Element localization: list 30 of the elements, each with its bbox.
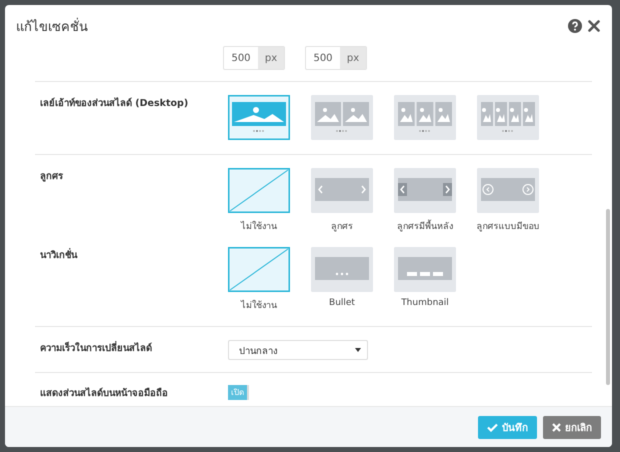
slider-style-option[interactable] xyxy=(228,95,290,140)
caret-icon xyxy=(355,348,361,352)
option-caption: ลูกศรมีพื้นหลัง xyxy=(397,219,453,233)
unit-addon: px xyxy=(258,47,284,69)
size-value: 500 xyxy=(230,52,252,66)
option-caption: Thumbnail xyxy=(401,298,449,308)
option-caption: ลูกศรแบบมีขอบ xyxy=(476,220,540,233)
scrollbar[interactable] xyxy=(606,209,610,385)
option-caption: Bullet xyxy=(329,298,355,308)
setting-label: แสดงส่วนสไลด์บนหน้าจอมือถือ xyxy=(40,386,169,400)
slider-style-option[interactable] xyxy=(228,168,290,213)
help-icon[interactable] xyxy=(568,19,582,33)
cancel-button[interactable]: ยกเลิก xyxy=(543,416,601,438)
option-caption: ไม่ใช้งาน xyxy=(241,298,277,312)
size-input-group[interactable]: 500 px xyxy=(305,46,367,70)
speed-dropdown[interactable]: ปานกลาง xyxy=(228,340,368,360)
slider-style-option[interactable] xyxy=(228,247,290,292)
setting-label: นาวิเกชั่น xyxy=(40,247,78,263)
setting-label: ลูกศร xyxy=(40,170,64,184)
option-caption: ลูกศร xyxy=(331,221,353,233)
check-icon xyxy=(487,422,498,432)
size-value: 500 xyxy=(312,52,334,66)
setting-label: เลย์เอ้าท์ของส่วนสไลด์ (Desktop) xyxy=(40,96,190,111)
dialog-title: แก้ไขเซคชั่น xyxy=(16,16,88,36)
option-caption: ไม่ใช้งาน xyxy=(241,220,277,233)
close-icon xyxy=(552,422,561,432)
size-input-group[interactable]: 500 px xyxy=(223,46,285,70)
close-icon[interactable] xyxy=(588,20,600,32)
setting-label: ความเร็วในการเปลี่ยนสไลด์ xyxy=(40,340,153,356)
unit-addon: px xyxy=(340,47,366,69)
